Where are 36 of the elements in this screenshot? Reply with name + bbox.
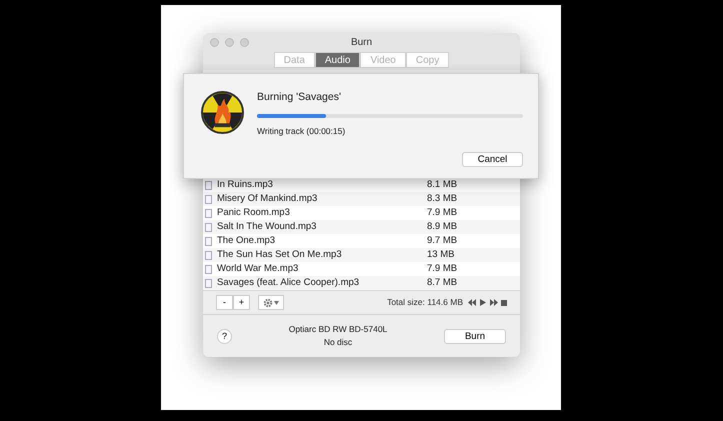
file-size: 13 MB: [427, 248, 454, 262]
rewind-icon[interactable]: [468, 299, 476, 306]
sheet-title: Burning 'Savages': [257, 90, 342, 105]
total-size: Total size: 114.6 MB: [387, 296, 463, 309]
file-size: 9.7 MB: [427, 234, 458, 248]
play-icon[interactable]: [479, 299, 487, 306]
cancel-button[interactable]: Cancel: [462, 152, 523, 166]
tab[interactable]: Audio: [314, 52, 360, 68]
file-size: 7.9 MB: [427, 206, 458, 220]
settings-button[interactable]: [258, 295, 284, 310]
file-size: 8.1 MB: [427, 178, 458, 192]
status-text: Writing track (00:00:15): [257, 124, 346, 138]
remove-button[interactable]: -: [216, 295, 233, 310]
radiation-flame-icon: [201, 91, 244, 134]
drive-name: Optiarc BD RW BD-5740L: [288, 323, 388, 336]
file-name[interactable]: Panic Room.mp3: [217, 206, 427, 220]
fast-forward-icon[interactable]: [490, 299, 498, 306]
file-size: 7.9 MB: [427, 262, 458, 276]
burn-button[interactable]: Burn: [444, 328, 506, 344]
caret-icon: [274, 300, 279, 304]
file-name[interactable]: The Sun Has Set On Me.mp3: [217, 248, 427, 262]
file-size: 8.7 MB: [427, 276, 458, 290]
file-name[interactable]: Misery Of Mankind.mp3: [217, 192, 427, 206]
gear-icon: [263, 298, 273, 308]
file-name[interactable]: In Ruins.mp3: [217, 178, 427, 192]
stop-icon[interactable]: [501, 300, 507, 306]
file-size: 8.3 MB: [427, 192, 458, 206]
file-name[interactable]: Savages (feat. Alice Cooper).mp3: [217, 276, 427, 290]
file-name[interactable]: The One.mp3: [217, 234, 427, 248]
file-size: 8.9 MB: [427, 220, 458, 234]
help-button[interactable]: ?: [217, 328, 232, 344]
add-button[interactable]: +: [233, 295, 250, 310]
disc-status: No disc: [324, 336, 352, 349]
file-name[interactable]: World War Me.mp3: [217, 262, 427, 276]
file-name[interactable]: Salt In The Wound.mp3: [217, 220, 427, 234]
window-title: Burn: [350, 36, 372, 50]
